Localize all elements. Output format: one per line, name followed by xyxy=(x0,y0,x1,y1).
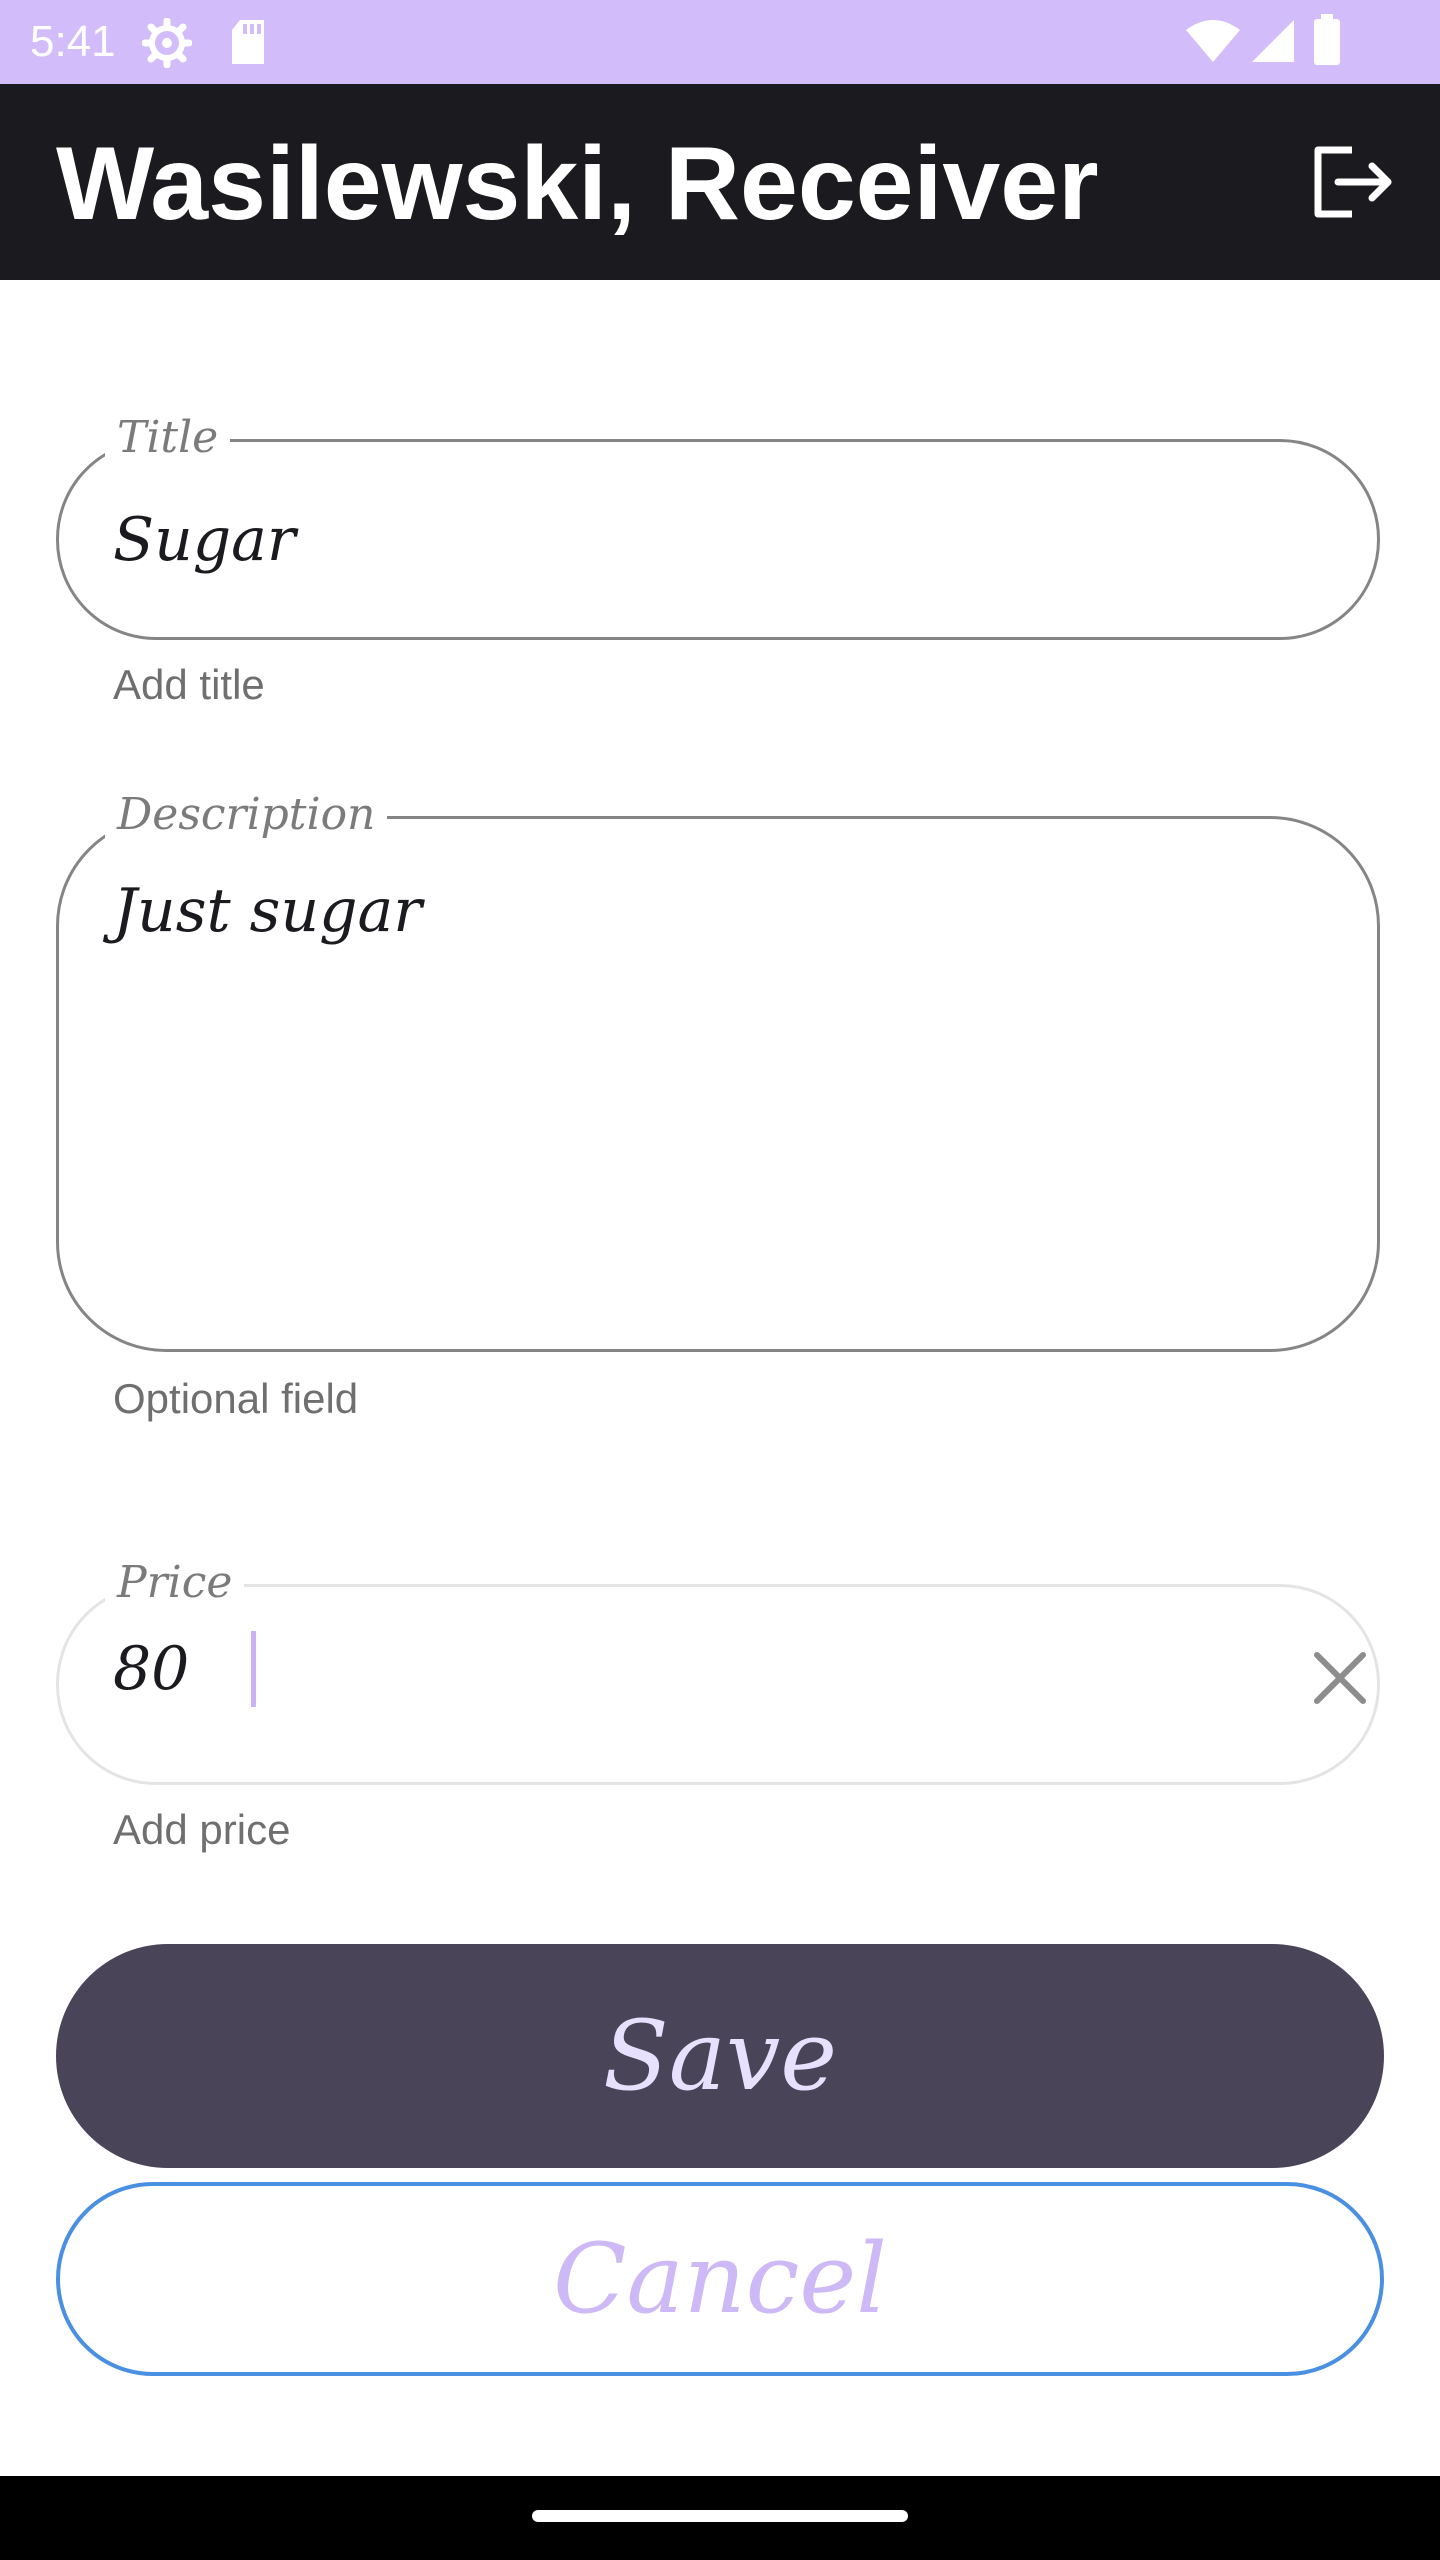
description-helper-text: Optional field xyxy=(113,1375,359,1422)
home-gesture-handle[interactable] xyxy=(532,2510,908,2522)
price-field-value: 80 xyxy=(113,1634,190,1704)
sd-card-icon xyxy=(232,20,264,64)
cancel-button-label: Cancel xyxy=(553,2223,887,2335)
app-bar: Wasilewski, Receiver xyxy=(0,84,1440,280)
status-time: 5:41 xyxy=(30,17,116,66)
description-field[interactable]: Description Just sugar xyxy=(56,785,1380,1352)
title-field-value: Sugar xyxy=(113,505,296,575)
description-field-value: Just sugar xyxy=(113,876,422,946)
save-button[interactable]: Save xyxy=(56,1944,1384,2168)
navigation-bar xyxy=(0,2476,1440,2560)
title-field[interactable]: Title Sugar xyxy=(56,408,1380,640)
price-field[interactable]: Price 80 xyxy=(56,1553,1380,1785)
price-field-label: Price xyxy=(105,1553,245,1613)
title-helper-text: Add title xyxy=(113,661,265,708)
clear-price-button[interactable] xyxy=(1309,1647,1371,1709)
text-cursor xyxy=(251,1631,256,1707)
price-helper-text: Add price xyxy=(113,1806,291,1853)
title-field-label: Title xyxy=(105,408,231,468)
settings-icon xyxy=(142,18,192,68)
signal-icon xyxy=(1252,20,1294,62)
page-title: Wasilewski, Receiver xyxy=(56,126,1099,242)
status-bar: 5:41 xyxy=(0,0,1440,84)
wifi-icon xyxy=(1186,20,1240,62)
logout-button[interactable] xyxy=(1298,128,1410,236)
battery-icon xyxy=(1314,14,1340,65)
save-button-label: Save xyxy=(602,2000,838,2112)
close-icon xyxy=(1314,1652,1366,1704)
logout-icon xyxy=(1314,146,1392,218)
description-field-label: Description xyxy=(105,785,388,845)
cancel-button[interactable]: Cancel xyxy=(56,2182,1384,2376)
